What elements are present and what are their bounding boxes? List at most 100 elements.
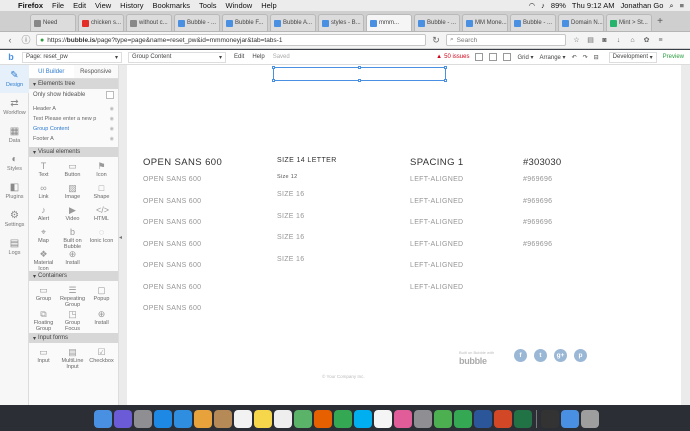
user-name[interactable]: Jonathan Go: [620, 1, 663, 10]
twitter-icon[interactable]: t: [534, 349, 547, 362]
clock[interactable]: Thu 9:12 AM: [572, 1, 615, 10]
page-canvas[interactable]: OPEN SANS 600 OPEN SANS 600 OPEN SANS 600 O…: [127, 65, 681, 405]
terminal-icon[interactable]: [540, 409, 559, 428]
menu-view[interactable]: View: [95, 1, 111, 10]
style-sample-text[interactable]: #969696: [523, 212, 561, 234]
style-sample-text[interactable]: OPEN SANS 600: [143, 234, 222, 256]
grid-menu[interactable]: Grid ▾: [517, 54, 533, 61]
arrange-menu[interactable]: Arrange ▾: [540, 54, 566, 61]
collapse-panel-icon[interactable]: ◂: [119, 234, 124, 242]
style-sample-text[interactable]: LEFT-ALIGNED: [410, 255, 464, 277]
eye-icon[interactable]: ◉: [110, 126, 114, 132]
menu-edit[interactable]: Edit: [73, 1, 86, 10]
tree-item[interactable]: Footer A ◉: [33, 134, 114, 144]
element-checkbox[interactable]: ☑ Checkbox: [87, 345, 116, 369]
browser-tab[interactable]: Bubble A...: [270, 14, 316, 31]
browser-tab[interactable]: chicken s...: [78, 14, 124, 31]
element-button[interactable]: ▭ Button: [58, 159, 87, 181]
trash-icon[interactable]: [580, 409, 599, 428]
eye-icon[interactable]: ◉: [110, 106, 114, 112]
reading-list-icon[interactable]: ▤: [586, 36, 595, 45]
input-forms-header[interactable]: ▾ Input forms: [29, 333, 118, 343]
style-sample-text[interactable]: SIZE 16: [277, 184, 337, 206]
element-popup[interactable]: ▢ Popup: [87, 283, 116, 307]
home-icon[interactable]: ⌂: [628, 36, 637, 45]
volume-icon[interactable]: ♪: [541, 1, 545, 10]
element-floating-group[interactable]: ⧉ Floating Group: [29, 307, 58, 332]
element-icon[interactable]: ⚑ Icon: [87, 159, 116, 181]
info-icon[interactable]: ⓘ: [20, 34, 32, 46]
eye-icon[interactable]: ◉: [110, 116, 114, 122]
edit-menu[interactable]: Edit: [234, 54, 244, 60]
itunes-icon[interactable]: [373, 409, 392, 428]
notification-center-icon[interactable]: ≡: [680, 1, 684, 10]
issues-button[interactable]: ▲ 50 issues: [436, 54, 469, 60]
zoom-icon[interactable]: ⊟: [594, 54, 599, 61]
tab-ui-builder[interactable]: UI Builder: [29, 65, 74, 78]
element-built-on-bubble[interactable]: b Built on Bubble: [58, 225, 87, 250]
browser-tab[interactable]: Bubble - ...: [174, 14, 220, 31]
tree-item[interactable]: Text Please enter a new p ◉: [33, 114, 114, 124]
version-selector[interactable]: Development ▾: [608, 51, 657, 63]
style-sample-text[interactable]: LEFT-ALIGNED: [410, 169, 464, 191]
style-sample-text[interactable]: OPEN SANS 600: [143, 255, 222, 277]
safari-icon[interactable]: [173, 409, 192, 428]
only-hideable-checkbox[interactable]: [106, 91, 114, 99]
style-sample-text[interactable]: LEFT-ALIGNED: [410, 234, 464, 256]
menu-icon[interactable]: ≡: [656, 36, 665, 45]
style-sample-text[interactable]: SIZE 16: [277, 227, 337, 249]
only-hideable-toggle[interactable]: Only show hideable: [29, 89, 118, 101]
built-on-bubble-logo[interactable]: bubble: [459, 356, 487, 366]
style-sample-text[interactable]: OPEN SANS 600: [143, 169, 222, 191]
search-icon[interactable]: ⌕: [669, 1, 673, 11]
style-sample-text[interactable]: Size 12: [277, 169, 337, 184]
maps-icon[interactable]: [293, 409, 312, 428]
rail-item-plugins[interactable]: ◧ Plugins: [0, 177, 29, 205]
element-input[interactable]: ▭ Input: [29, 345, 58, 369]
menu-app-name[interactable]: Firefox: [18, 1, 43, 10]
visual-elements-header[interactable]: ▾ Visual elements: [29, 147, 118, 157]
element-ionic-icon[interactable]: ◌ Ionic Icon: [87, 225, 116, 247]
browser-tab[interactable]: Bubble F...: [222, 14, 268, 31]
tree-item[interactable]: Group Content ◉: [33, 124, 114, 134]
style-sample-text[interactable]: LEFT-ALIGNED: [410, 191, 464, 213]
powerpoint-icon[interactable]: [493, 409, 512, 428]
menu-window[interactable]: Window: [226, 1, 253, 10]
selected-group-outline[interactable]: [272, 66, 447, 82]
app-store-icon[interactable]: [153, 409, 172, 428]
rail-item-settings[interactable]: ⚙ Settings: [0, 205, 29, 233]
style-sample-text[interactable]: OPEN SANS 600: [143, 298, 222, 320]
new-tab-icon[interactable]: +: [654, 16, 666, 27]
style-sample-text[interactable]: #969696: [523, 234, 561, 256]
menu-file[interactable]: File: [52, 1, 64, 10]
numbers-icon[interactable]: [453, 409, 472, 428]
editor-canvas[interactable]: OPEN SANS 600 OPEN SANS 600 OPEN SANS 600 O…: [119, 65, 690, 405]
style-sample-text[interactable]: OPEN SANS 600: [143, 277, 222, 299]
menu-history[interactable]: History: [120, 1, 143, 10]
element-link[interactable]: ∞ Link: [29, 181, 58, 203]
menu-tools[interactable]: Tools: [199, 1, 217, 10]
google-plus-icon[interactable]: g+: [554, 349, 567, 362]
layout-icon[interactable]: [503, 53, 512, 61]
element-html[interactable]: </> HTML: [87, 203, 116, 225]
rail-item-logs[interactable]: ▤ Logs: [0, 233, 29, 261]
page-selector[interactable]: Page: reset_pw ▾: [22, 51, 122, 63]
launchpad-icon[interactable]: [133, 409, 152, 428]
reload-icon[interactable]: ↻: [430, 34, 442, 46]
inspect-icon[interactable]: [475, 53, 484, 61]
preview-button[interactable]: Preview: [663, 54, 684, 60]
browser-tab[interactable]: styles - B...: [318, 14, 364, 31]
url-bar[interactable]: ● https://bubble.is/page?type=page&name=…: [36, 34, 426, 46]
contacts-icon[interactable]: [213, 409, 232, 428]
browser-tab[interactable]: MM Mone...: [462, 14, 508, 31]
utorrent-icon[interactable]: [433, 409, 452, 428]
element-group-focus[interactable]: ◳ Group Focus: [58, 307, 87, 332]
extension-icon[interactable]: ✿: [642, 36, 651, 45]
search-bar[interactable]: ⌕ Search: [446, 34, 566, 46]
element-multiline-input[interactable]: ▤ MultiLine Input: [58, 345, 87, 370]
star-icon[interactable]: ☆: [572, 36, 581, 45]
rail-item-styles[interactable]: ◐ Styles: [0, 149, 29, 177]
browser-tab[interactable]: Need: [30, 14, 76, 31]
facebook-icon[interactable]: f: [514, 349, 527, 362]
style-sample-text[interactable]: LEFT-ALIGNED: [410, 212, 464, 234]
